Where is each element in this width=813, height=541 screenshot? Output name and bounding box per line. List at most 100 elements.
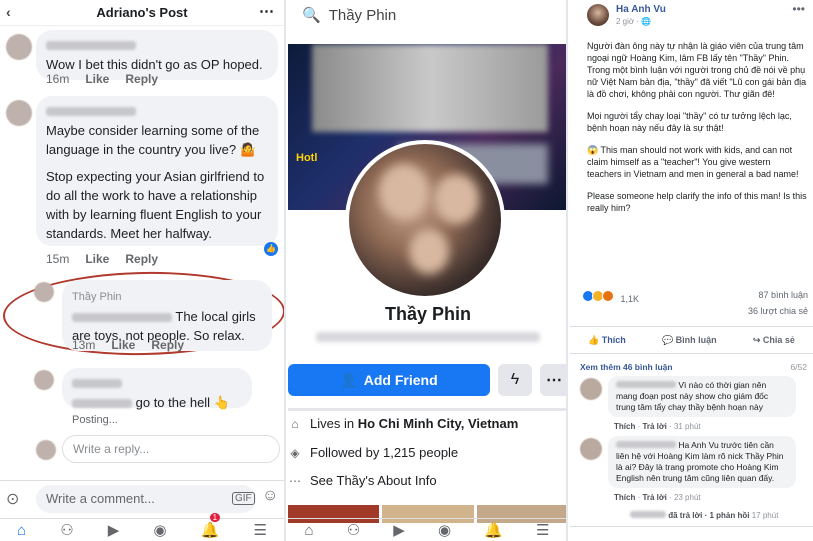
comment-text-2: Stop expecting your Asian girlfriend to … (46, 169, 265, 241)
bottom-nav: ⌂ ⚇ ▶ ◉ 🔔 1 ☰ (0, 513, 284, 541)
watch-icon[interactable]: ▶ (108, 521, 120, 539)
back-arrow-icon[interactable]: ‹ (6, 4, 11, 20)
shared-post-panel: Ha Anh Vu 2 giờ · 🌐 ••• Người đàn ông nà… (570, 0, 813, 541)
add-friend-button[interactable]: 👤 Add Friend (288, 364, 490, 396)
more-options-icon[interactable]: ••• (792, 2, 805, 16)
gif-button[interactable]: GIF (232, 492, 255, 505)
comment-bubble: Ha Anh Vu trước tiên cần liên hệ với Hoà… (608, 436, 796, 488)
replies-link[interactable]: đã trả lời · 1 phản hồi (668, 511, 749, 520)
like-link[interactable]: Like (85, 72, 109, 86)
groups-icon[interactable]: ◉ (153, 521, 166, 539)
notification-badge: 1 (209, 513, 221, 522)
post-paragraph: Mọi người tẩy chay loại "thầy" có tư tưở… (587, 111, 792, 133)
like-link[interactable]: Thích (614, 422, 635, 431)
blurred-face (379, 164, 429, 219)
post-paragraph: 😱 This man should not work with kids, an… (587, 145, 799, 179)
reply-link[interactable]: Reply (125, 252, 158, 266)
avatar[interactable] (580, 438, 602, 460)
profile-picture[interactable] (345, 140, 505, 300)
see-more-comments[interactable]: Xem thêm 46 bình luận (580, 362, 673, 372)
home-icon[interactable]: ⌂ (305, 522, 314, 539)
lives-in-row: ⌂ Lives in Ho Chi Minh City, Vietnam (288, 416, 566, 431)
menu-icon[interactable]: ☰ (536, 521, 549, 539)
emoji-icon[interactable]: ☺ (262, 487, 278, 505)
post-actions: 👍 Thích 💬 Bình luận ↪ Chia sẻ (570, 326, 813, 354)
comment-bubble: Vì nào có thời gian nên mang đoạn post n… (608, 376, 796, 417)
search-bar[interactable]: 🔍 Thầy Phin (288, 0, 566, 30)
reaction-icons[interactable] (582, 290, 614, 302)
reply-link[interactable]: Reply (125, 72, 158, 86)
followers-icon: ◈ (290, 445, 300, 460)
avatar[interactable] (580, 378, 602, 400)
reaction-count[interactable]: 1,1K (621, 294, 640, 304)
lives-city[interactable]: Ho Chi Minh City, Vietnam (358, 416, 519, 431)
more-options-icon[interactable]: ⋯ (259, 2, 274, 20)
comment-meta: 13m Like Reply (72, 338, 184, 352)
comment-meta: Thích · Trả lời · 31 phút (614, 422, 701, 431)
comment-time: 13m (72, 338, 96, 352)
post-header: Ha Anh Vu 2 giờ · 🌐 ••• (570, 0, 813, 32)
comment-bubble: Maybe consider learning some of the lang… (36, 96, 278, 246)
like-link[interactable]: Like (85, 252, 109, 266)
comment-text: Wow I bet this didn't go as OP hoped. (46, 57, 263, 72)
share-button[interactable]: ↪ Chia sẻ (753, 335, 795, 346)
replies-row[interactable]: đã trả lời · 1 phản hồi 17 phút (630, 511, 778, 520)
like-reaction-icon: 👍 (264, 242, 278, 256)
comment-time: 16m (46, 72, 70, 86)
cover-sign-text: Hotl (296, 152, 318, 164)
blurred-banner (312, 44, 548, 132)
profile-panel: 🔍 Thầy Phin Hotl Thầy Phin 👤 Add Friend … (288, 0, 568, 541)
avatar[interactable] (6, 100, 32, 126)
blurred-name (616, 441, 676, 448)
like-link[interactable]: Thích (614, 493, 635, 502)
about-row[interactable]: ⋯ See Thầy's About Info (288, 473, 566, 488)
avatar[interactable] (6, 34, 32, 60)
reply-link[interactable]: Reply (151, 338, 184, 352)
reply-link[interactable]: Trả lời (642, 493, 666, 502)
comments-pager: 6/52 (790, 362, 807, 372)
home-icon[interactable]: ⌂ (17, 522, 26, 539)
replies-time: 17 phút (751, 511, 779, 520)
author-name[interactable]: Ha Anh Vu (616, 4, 666, 15)
like-link[interactable]: Like (111, 338, 135, 352)
posting-status: Posting... (72, 414, 118, 426)
blurred-face (409, 229, 449, 274)
avatar[interactable] (34, 282, 54, 302)
like-button[interactable]: 👍 Thích (588, 335, 626, 346)
about-link[interactable]: See Thầy's About Info (310, 473, 437, 488)
search-text: Thầy Phin (328, 6, 397, 24)
watch-icon[interactable]: ▶ (393, 521, 405, 539)
comment-input[interactable]: Write a comment... (36, 485, 256, 513)
message-button[interactable]: ϟ (498, 364, 532, 396)
post-header: ‹ Adriano's Post ⋯ (0, 0, 284, 26)
blurred-subtitle (316, 332, 540, 342)
post-paragraph: Please someone help clarify the info of … (587, 191, 807, 213)
add-friend-icon: 👤 (340, 371, 358, 388)
more-button[interactable]: ⋯ (540, 364, 566, 396)
blurred-name (46, 107, 136, 116)
friends-icon[interactable]: ⚇ (347, 521, 360, 539)
blurred-name (630, 511, 666, 518)
reply-link[interactable]: Trả lời (642, 422, 666, 431)
reply-input[interactable]: Write a reply... (62, 435, 280, 463)
comment-text: go to the hell 👆 (135, 395, 230, 410)
lives-prefix: Lives in (310, 416, 358, 431)
comment-time: 23 phút (673, 493, 701, 502)
share-count[interactable]: 36 lượt chia sẻ (748, 306, 808, 316)
commenter-name[interactable]: Thầy Phin (72, 291, 122, 303)
comment-count[interactable]: 87 bình luận (758, 290, 808, 300)
post-paragraph: Trong một bình luận với người trong chủ … (587, 65, 807, 99)
notifications-icon[interactable]: 🔔 (484, 521, 503, 539)
groups-icon[interactable]: ◉ (438, 521, 451, 539)
comment-bubble: go to the hell 👆 (62, 368, 252, 410)
avatar[interactable] (587, 4, 609, 26)
avatar[interactable] (34, 370, 54, 390)
camera-icon[interactable]: ⊙ (6, 489, 19, 509)
write-comment-bar[interactable] (570, 526, 813, 541)
friends-icon[interactable]: ⚇ (60, 521, 73, 539)
menu-icon[interactable]: ☰ (253, 521, 266, 539)
blurred-name (616, 381, 676, 388)
comment-button[interactable]: 💬 Bình luận (662, 335, 717, 346)
blurred-name (46, 41, 136, 50)
notifications-icon[interactable]: 🔔 1 (201, 513, 221, 539)
